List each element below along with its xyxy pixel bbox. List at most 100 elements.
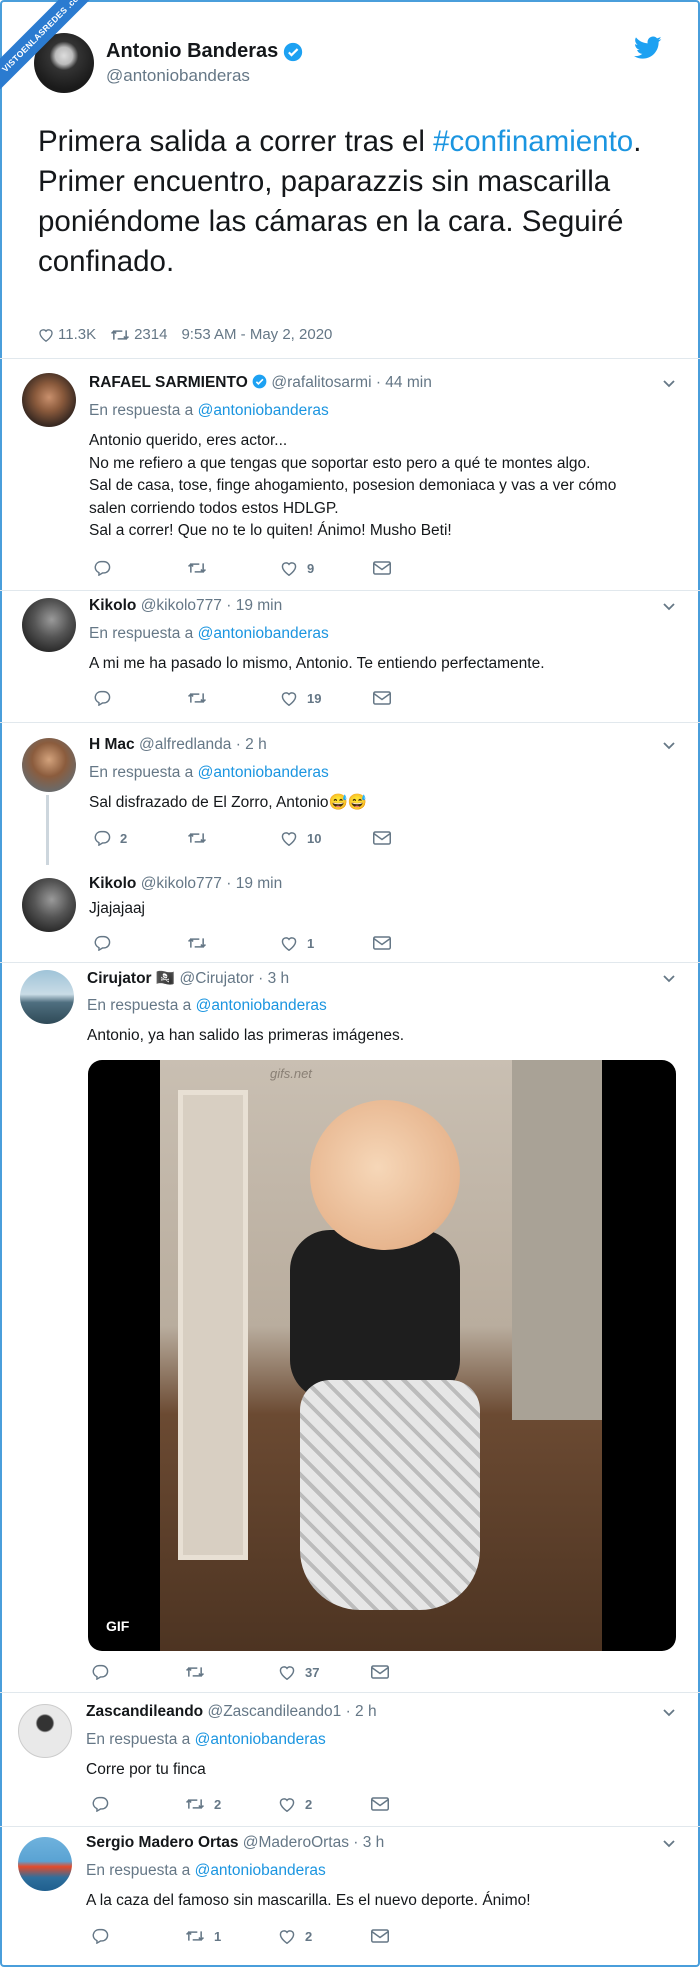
envelope-icon	[371, 1797, 389, 1811]
chevron-down-icon[interactable]	[662, 972, 676, 986]
divider	[0, 962, 700, 963]
baby-legs	[300, 1380, 480, 1610]
reply-button[interactable]	[92, 1928, 185, 1944]
heart-icon	[281, 937, 297, 951]
reply-header: Sergio Madero Ortas @MaderoOrtas · 3 h	[86, 1834, 385, 1851]
like-button[interactable]: 9	[280, 560, 373, 576]
reply-context: En respuesta a @antoniobanderas	[86, 1731, 326, 1748]
action-bar: 2 10	[94, 830, 466, 846]
author-handle[interactable]: @antoniobanderas	[106, 66, 303, 86]
share-button[interactable]	[373, 561, 466, 575]
reply-icon	[94, 830, 111, 846]
share-button[interactable]	[373, 691, 466, 705]
retweet-icon	[185, 1931, 205, 1941]
reply-button[interactable]	[92, 1664, 185, 1680]
retweet-icon	[187, 563, 207, 573]
retweet-button[interactable]	[187, 831, 280, 845]
reply-button[interactable]	[92, 1796, 185, 1812]
like-button[interactable]: 2	[278, 1928, 371, 1944]
chevron-down-icon[interactable]	[662, 377, 676, 391]
action-bar: 1	[94, 935, 466, 951]
retweet-stat[interactable]: 2314	[110, 326, 167, 343]
mention-link[interactable]: @antoniobanderas	[195, 1862, 326, 1879]
envelope-icon	[371, 1665, 389, 1679]
reply-text: A mi me ha pasado lo mismo, Antonio. Te …	[89, 655, 545, 672]
reply-button[interactable]	[94, 935, 187, 951]
reply-context: En respuesta a @antoniobanderas	[89, 402, 329, 419]
retweet-icon	[185, 1799, 205, 1809]
gif-frame: gifs.net	[160, 1060, 602, 1651]
chevron-down-icon[interactable]	[662, 739, 676, 753]
hashtag-link[interactable]: #confinamiento	[433, 125, 633, 158]
like-button[interactable]: 1	[280, 935, 373, 951]
avatar[interactable]	[22, 598, 76, 652]
heart-icon	[279, 1798, 295, 1812]
share-button[interactable]	[371, 1929, 464, 1943]
avatar[interactable]	[22, 373, 76, 427]
envelope-icon	[373, 936, 391, 950]
timestamp[interactable]: 9:53 AM - May 2, 2020	[181, 326, 332, 343]
reply-icon	[92, 1928, 109, 1944]
share-button[interactable]	[373, 831, 466, 845]
like-button[interactable]: 37	[278, 1664, 371, 1680]
wall	[512, 1060, 602, 1420]
reply-text: Antonio, ya han salido las primeras imág…	[87, 1027, 405, 1044]
mention-link[interactable]: @antoniobanderas	[198, 764, 329, 781]
divider	[0, 722, 700, 723]
share-button[interactable]	[373, 936, 466, 950]
verified-badge-icon	[284, 42, 303, 61]
action-bar: 9	[94, 560, 466, 576]
like-button[interactable]: 2	[278, 1796, 371, 1812]
reply-context: En respuesta a @antoniobanderas	[89, 764, 329, 781]
heart-icon	[281, 832, 297, 846]
author-name[interactable]: Antonio Banderas	[106, 40, 278, 63]
mention-link[interactable]: @antoniobanderas	[198, 402, 329, 419]
retweet-icon	[185, 1667, 205, 1677]
reply-text: Corre por tu finca	[86, 1761, 206, 1778]
avatar[interactable]	[20, 970, 74, 1024]
retweet-button[interactable]	[185, 1665, 278, 1679]
retweet-button[interactable]	[187, 936, 280, 950]
share-button[interactable]	[371, 1665, 464, 1679]
retweet-button[interactable]: 1	[185, 1929, 278, 1944]
chevron-down-icon[interactable]	[662, 1706, 676, 1720]
heart-icon	[279, 1666, 295, 1680]
watermark-ribbon: VISTOENLASREDES .com	[0, 0, 106, 106]
chevron-down-icon[interactable]	[662, 1837, 676, 1851]
envelope-icon	[373, 561, 391, 575]
door	[178, 1090, 248, 1560]
envelope-icon	[373, 831, 391, 845]
reply-text: A la caza del famoso sin mascarilla. Es …	[86, 1892, 531, 1909]
avatar[interactable]	[18, 1837, 72, 1891]
reply-button[interactable]	[94, 560, 187, 576]
retweet-button[interactable]: 2	[185, 1797, 278, 1812]
tweet-text: Primera salida a correr tras el #confina…	[38, 125, 642, 278]
chevron-down-icon[interactable]	[662, 600, 676, 614]
reply-button[interactable]	[94, 690, 187, 706]
reply-icon	[94, 690, 111, 706]
mention-link[interactable]: @antoniobanderas	[195, 1731, 326, 1748]
like-button[interactable]: 19	[280, 690, 373, 706]
divider	[0, 590, 700, 591]
like-stat[interactable]: 11.3K	[38, 326, 96, 343]
share-button[interactable]	[371, 1797, 464, 1811]
heart-icon	[281, 692, 297, 706]
envelope-icon	[371, 1929, 389, 1943]
gif-media[interactable]: gifs.net GIF	[88, 1060, 676, 1651]
reply-header: Kikolo @kikolo777 · 19 min	[89, 875, 283, 892]
reply-icon	[92, 1664, 109, 1680]
heart-icon	[281, 562, 297, 576]
mention-link[interactable]: @antoniobanderas	[196, 997, 327, 1014]
avatar[interactable]	[22, 878, 76, 932]
avatar[interactable]	[18, 1704, 72, 1758]
retweet-button[interactable]	[187, 691, 280, 705]
mention-link[interactable]: @antoniobanderas	[198, 625, 329, 642]
retweet-icon	[111, 329, 130, 340]
reply-button[interactable]: 2	[94, 830, 187, 846]
retweet-button[interactable]	[187, 561, 280, 575]
twitter-bird-icon[interactable]	[634, 36, 662, 60]
like-button[interactable]: 10	[280, 830, 373, 846]
action-bar: 19	[94, 690, 466, 706]
avatar[interactable]	[22, 738, 76, 792]
reply-header: Cirujator 🏴‍☠️ @Cirujator · 3 h	[87, 970, 290, 987]
